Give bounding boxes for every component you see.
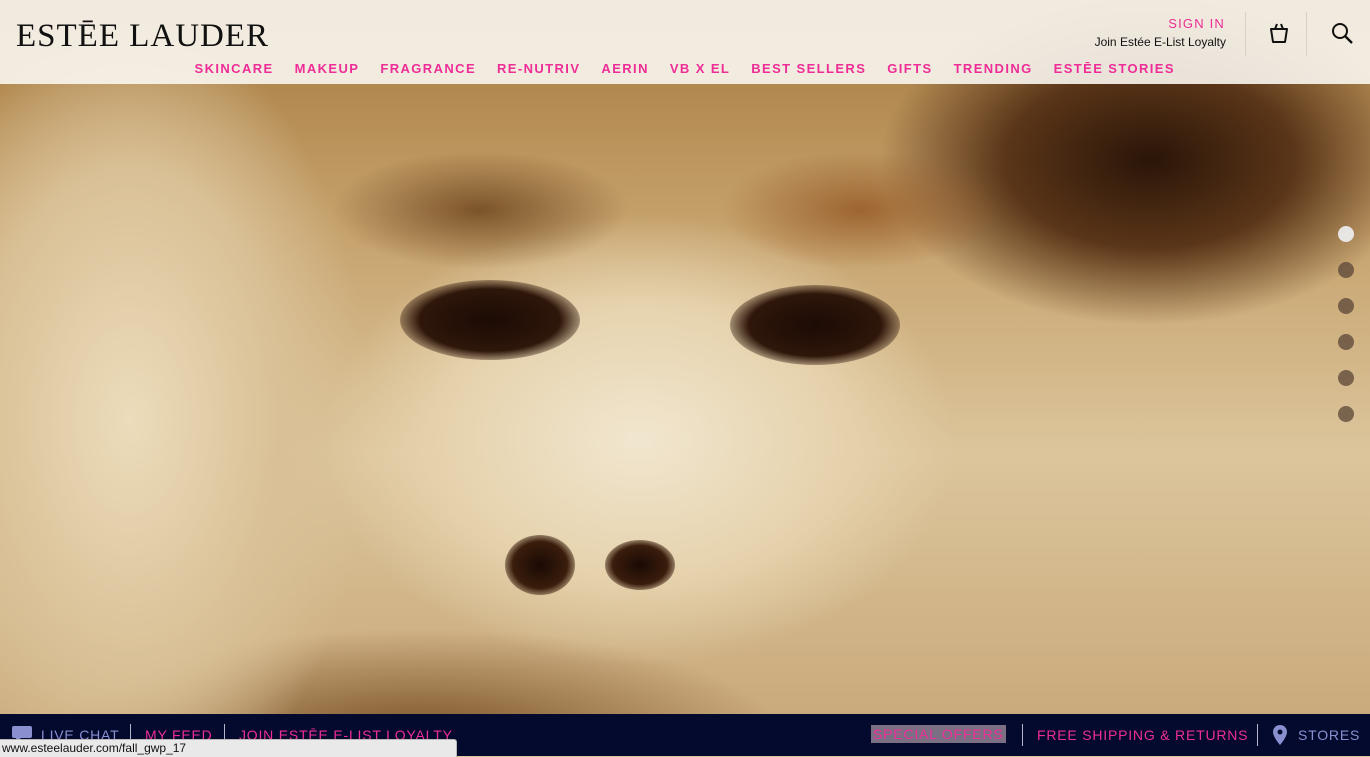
nav-item-trending[interactable]: TRENDING [943,61,1043,76]
nav-item-estee-stories[interactable]: ESTĒE STORIES [1043,61,1185,76]
join-loyalty-link[interactable]: Join Estée E-List Loyalty [1095,35,1226,49]
footer-divider [1257,724,1258,746]
main-nav: SKINCARE MAKEUP FRAGRANCE RE-NUTRIV AERI… [184,61,1185,76]
sign-in-link[interactable]: SIGN IN [1168,16,1225,31]
header-divider [1245,12,1246,56]
carousel-dot[interactable] [1338,298,1354,314]
nav-item-gifts[interactable]: GIFTS [877,61,943,76]
footer-divider [1022,724,1023,746]
status-bar-url: www.esteelauder.com/fall_gwp_17 [0,739,457,757]
carousel-dot[interactable] [1338,406,1354,422]
carousel-dot[interactable] [1338,334,1354,350]
nav-item-makeup[interactable]: MAKEUP [284,61,370,76]
carousel-dot[interactable] [1338,370,1354,386]
nav-item-aerin[interactable]: AERIN [591,61,659,76]
carousel-dot[interactable] [1338,226,1354,242]
special-offers-link[interactable]: SPECIAL OFFERS [871,725,1006,743]
nav-item-re-nutriv[interactable]: RE-NUTRIV [487,61,591,76]
nav-item-fragrance[interactable]: FRAGRANCE [370,61,487,76]
stores-link[interactable]: STORES [1298,727,1360,743]
free-shipping-link[interactable]: FREE SHIPPING & RETURNS [1037,727,1248,743]
left-nostril-shape [505,535,575,595]
shopping-bag-icon[interactable] [1266,20,1292,46]
right-nostril-shape [605,540,675,590]
carousel-pagination [1338,226,1354,442]
search-icon[interactable] [1329,20,1355,46]
location-pin-icon[interactable] [1272,724,1288,751]
left-eye-shape [400,280,580,360]
brand-logo[interactable]: ESTĒE LAUDER [16,18,269,55]
left-brow-shape [330,150,630,270]
carousel-dot[interactable] [1338,262,1354,278]
right-eye-shape [730,285,900,365]
nav-item-skincare[interactable]: SKINCARE [184,61,284,76]
hero-image[interactable] [0,0,1370,756]
nav-item-best-sellers[interactable]: BEST SELLERS [741,61,877,76]
nav-item-vb-x-el[interactable]: VB X EL [659,61,740,76]
site-header: ESTĒE LAUDER SKINCARE MAKEUP FRAGRANCE R… [0,0,1370,84]
right-brow-shape [720,150,1000,270]
header-divider [1306,12,1307,56]
